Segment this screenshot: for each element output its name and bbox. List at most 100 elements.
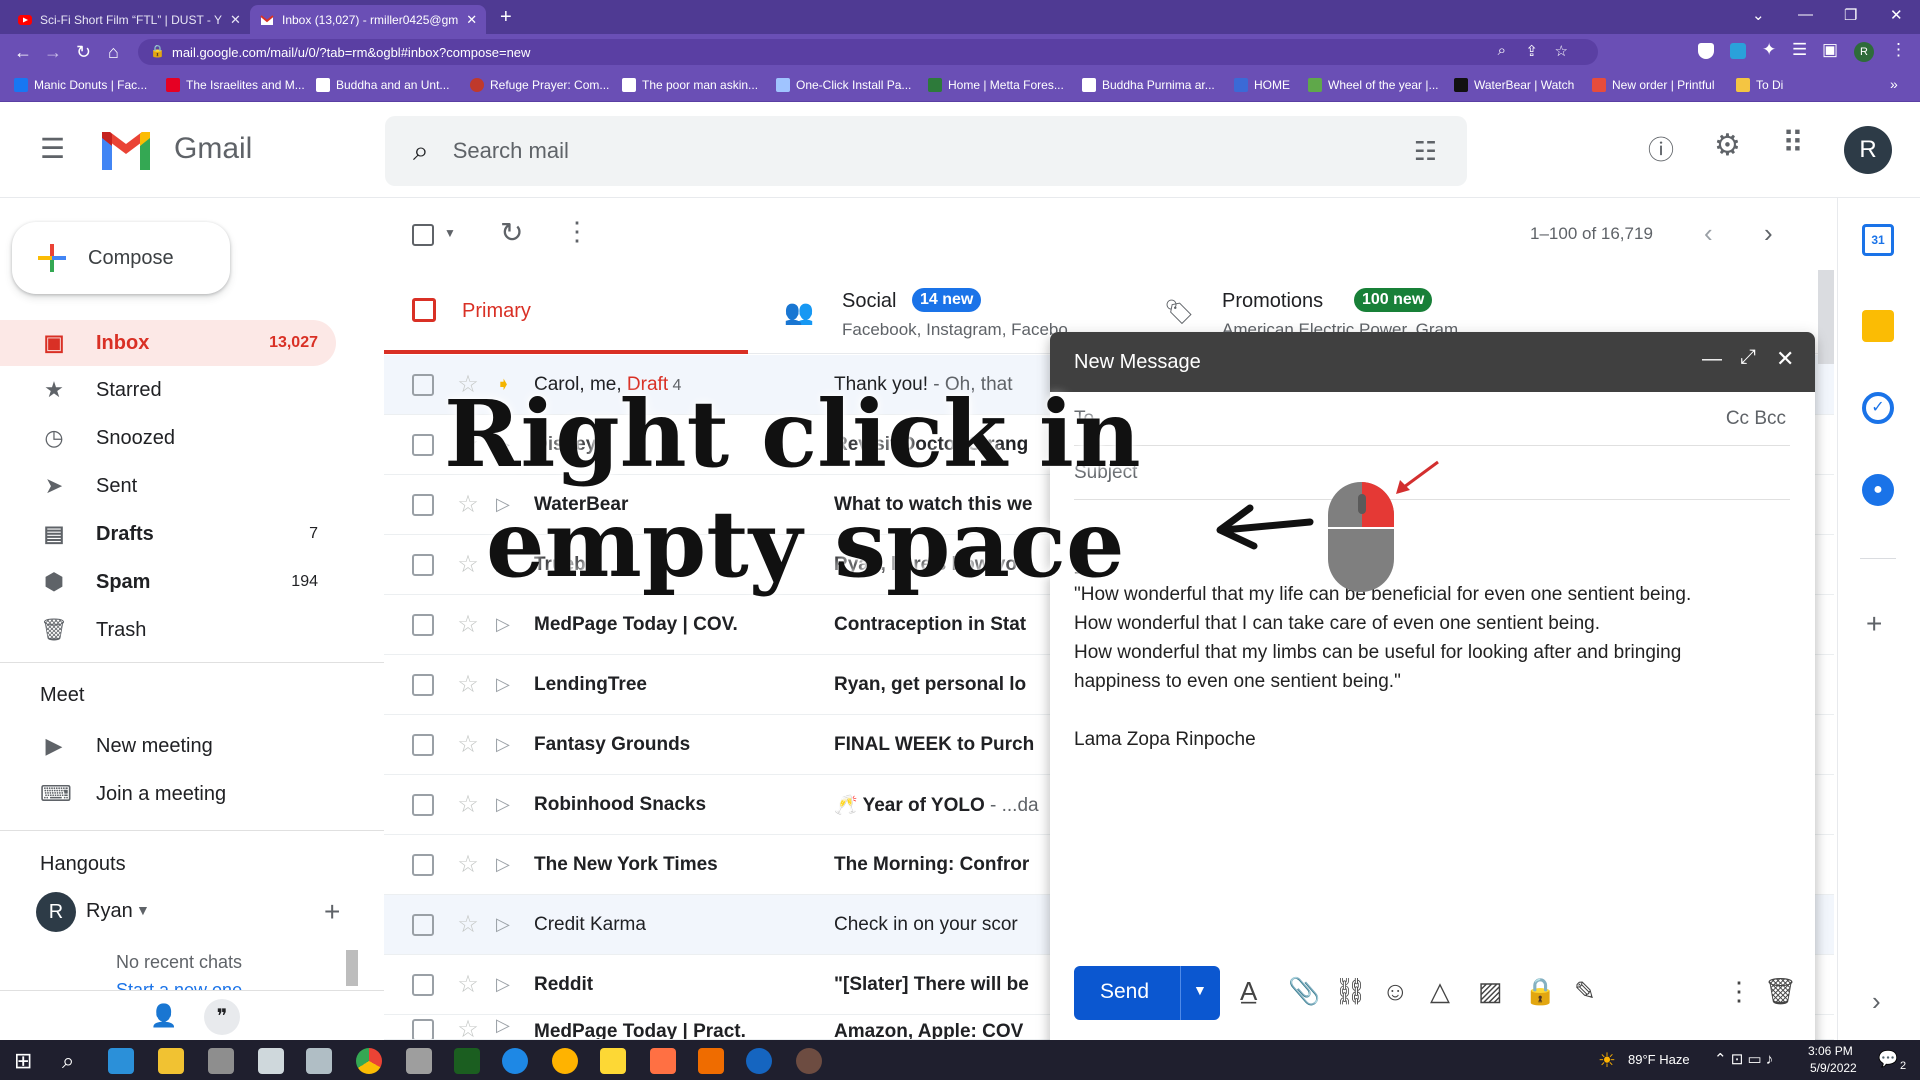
app-icon[interactable] — [552, 1048, 578, 1074]
file-explorer-icon[interactable] — [158, 1048, 184, 1074]
puzzle-icon[interactable]: ✦ — [1762, 40, 1776, 60]
bookmark-item[interactable]: New order | Printful — [1592, 78, 1715, 92]
search-icon[interactable]: ⌕ — [62, 1048, 74, 1074]
bookmark-item[interactable]: HOME — [1234, 78, 1290, 92]
star-icon[interactable]: ☆ — [454, 550, 482, 579]
fullscreen-icon[interactable]: ⤢ — [1740, 346, 1756, 369]
row-checkbox[interactable] — [412, 433, 434, 456]
row-checkbox[interactable] — [412, 373, 434, 396]
row-checkbox[interactable] — [412, 853, 434, 876]
bookmark-item[interactable]: The poor man askin... — [622, 78, 758, 92]
account-avatar[interactable]: R — [1844, 126, 1892, 174]
menu-kebab-icon[interactable]: ⋮ — [1890, 40, 1907, 60]
home-icon[interactable]: ⌂ — [108, 42, 119, 63]
emoji-icon[interactable]: ☺ — [1382, 976, 1409, 1007]
message-body[interactable]: "How wonderful that my life can be benef… — [1074, 580, 1790, 754]
hangouts-user[interactable]: Ryan — [86, 900, 133, 923]
tasks-icon[interactable]: ✓ — [1862, 392, 1894, 424]
row-checkbox[interactable] — [412, 733, 434, 756]
gamepad-icon[interactable] — [306, 1048, 332, 1074]
help-icon[interactable]: ⓘ — [1648, 130, 1674, 167]
select-all-checkbox[interactable] — [412, 224, 434, 246]
select-dropdown-icon[interactable]: ▼ — [444, 226, 456, 240]
next-page-icon[interactable]: › — [1764, 218, 1773, 249]
prev-page-icon[interactable]: ‹ — [1704, 218, 1713, 249]
row-checkbox[interactable] — [412, 913, 434, 936]
more-bookmarks-icon[interactable]: » — [1890, 76, 1898, 92]
gmail-logo-icon[interactable] — [98, 130, 154, 172]
zoom-icon[interactable]: ⌕ — [1498, 42, 1506, 59]
profile-avatar[interactable]: R — [1854, 42, 1874, 62]
url-input[interactable]: 🔒 mail.google.com/mail/u/0/?tab=rm&ogbl#… — [138, 39, 1598, 65]
app-icon[interactable] — [796, 1048, 822, 1074]
app-icon[interactable] — [650, 1048, 676, 1074]
drive-icon[interactable]: △ — [1430, 976, 1450, 1007]
new-tab-button[interactable]: + — [500, 6, 512, 29]
important-marker-icon[interactable]: ▷ — [496, 1015, 520, 1036]
row-checkbox[interactable] — [412, 613, 434, 636]
row-checkbox[interactable] — [412, 553, 434, 576]
join-meeting-item[interactable]: ⌨ Join a meeting — [0, 771, 336, 817]
attach-icon[interactable]: 📎 — [1288, 976, 1320, 1007]
search-input[interactable]: Search mail — [453, 138, 569, 164]
keep-icon[interactable] — [1862, 310, 1894, 342]
hangouts-quote-icon[interactable]: ❞ — [204, 999, 240, 1035]
notifications-icon[interactable]: 💬 — [1878, 1049, 1898, 1069]
more-options-icon[interactable]: ⋮ — [564, 216, 590, 247]
calculator-icon[interactable] — [406, 1048, 432, 1074]
star-icon[interactable]: ☆ — [454, 970, 482, 999]
close-tab-icon[interactable]: ✕ — [222, 12, 241, 28]
signature-pen-icon[interactable]: ✎ — [1574, 976, 1596, 1007]
chevron-down-icon[interactable]: ▼ — [136, 902, 150, 918]
show-panel-icon[interactable]: › — [1872, 986, 1881, 1017]
photo-icon[interactable]: ▨ — [1478, 976, 1503, 1007]
bookmark-item[interactable]: WaterBear | Watch — [1454, 78, 1574, 92]
start-windows-icon[interactable]: ⊞ — [14, 1048, 32, 1074]
close-icon[interactable]: ✕ — [1776, 346, 1794, 372]
row-checkbox[interactable] — [412, 1019, 434, 1039]
clock-time[interactable]: 3:06 PM — [1808, 1044, 1853, 1058]
forward-icon[interactable]: → — [44, 42, 62, 63]
compose-header[interactable]: New Message — ⤢ ✕ — [1050, 332, 1815, 392]
app-icon[interactable] — [698, 1048, 724, 1074]
star-icon[interactable]: ☆ — [454, 790, 482, 819]
refresh-icon[interactable]: ↻ — [500, 216, 523, 249]
star-icon[interactable]: ☆ — [454, 1015, 482, 1039]
bookmark-item[interactable]: Refuge Prayer: Com... — [470, 78, 609, 92]
app-icon[interactable] — [600, 1048, 626, 1074]
list-scrollbar[interactable] — [1818, 270, 1834, 364]
sidebar-item-inbox[interactable]: ▣ Inbox 13,027 — [0, 320, 336, 366]
bookmark-item[interactable]: To Di — [1736, 78, 1783, 92]
reading-list-icon[interactable]: ☰ — [1792, 40, 1807, 60]
tab-primary[interactable]: Primary — [384, 270, 748, 354]
bookmark-item[interactable]: Wheel of the year |... — [1308, 78, 1439, 92]
tab-gmail[interactable]: Inbox (13,027) - rmiller0425@gm ✕ — [250, 5, 486, 34]
row-checkbox[interactable] — [412, 493, 434, 516]
apps-grid-icon[interactable]: ⠿ — [1782, 126, 1804, 161]
app-icon[interactable] — [208, 1048, 234, 1074]
close-window-icon[interactable]: ✕ — [1890, 6, 1903, 24]
chat-scrollbar[interactable] — [346, 950, 358, 986]
sidebar-item-sent[interactable]: ➤ Sent — [0, 463, 336, 509]
search-bar[interactable]: ⌕ Search mail ☷ — [385, 116, 1467, 186]
person-icon[interactable]: 👤 — [150, 1003, 177, 1029]
settings-gear-icon[interactable]: ⚙ — [1714, 128, 1741, 163]
bookmark-star-icon[interactable]: ☆ — [1555, 42, 1568, 60]
reload-icon[interactable]: ↻ — [76, 42, 91, 63]
bookmark-item[interactable]: One-Click Install Pa... — [776, 78, 911, 92]
sidebar-item-spam[interactable]: ⬢ Spam 194 — [0, 559, 336, 605]
star-icon[interactable]: ☆ — [454, 730, 482, 759]
compose-button[interactable]: Compose — [12, 222, 230, 294]
bookmark-item[interactable]: The Israelites and M... — [166, 78, 305, 92]
important-marker-icon[interactable]: ▷ — [496, 794, 520, 815]
important-marker-icon[interactable]: ▷ — [496, 614, 520, 635]
steam-icon[interactable] — [502, 1048, 528, 1074]
important-marker-icon[interactable]: ▷ — [496, 914, 520, 935]
sidebar-item-trash[interactable]: 🗑 Trash — [0, 607, 336, 653]
minimize-window-icon[interactable]: — — [1798, 6, 1813, 23]
schedule-send-icon[interactable]: ▼ — [1193, 982, 1207, 998]
bookmark-item[interactable]: Manic Donuts | Fac... — [14, 78, 147, 92]
minimize-icon[interactable]: — — [1702, 348, 1722, 371]
sidebar-item-drafts[interactable]: ▤ Drafts 7 — [0, 511, 336, 557]
discard-trash-icon[interactable]: 🗑 — [1764, 976, 1797, 1007]
